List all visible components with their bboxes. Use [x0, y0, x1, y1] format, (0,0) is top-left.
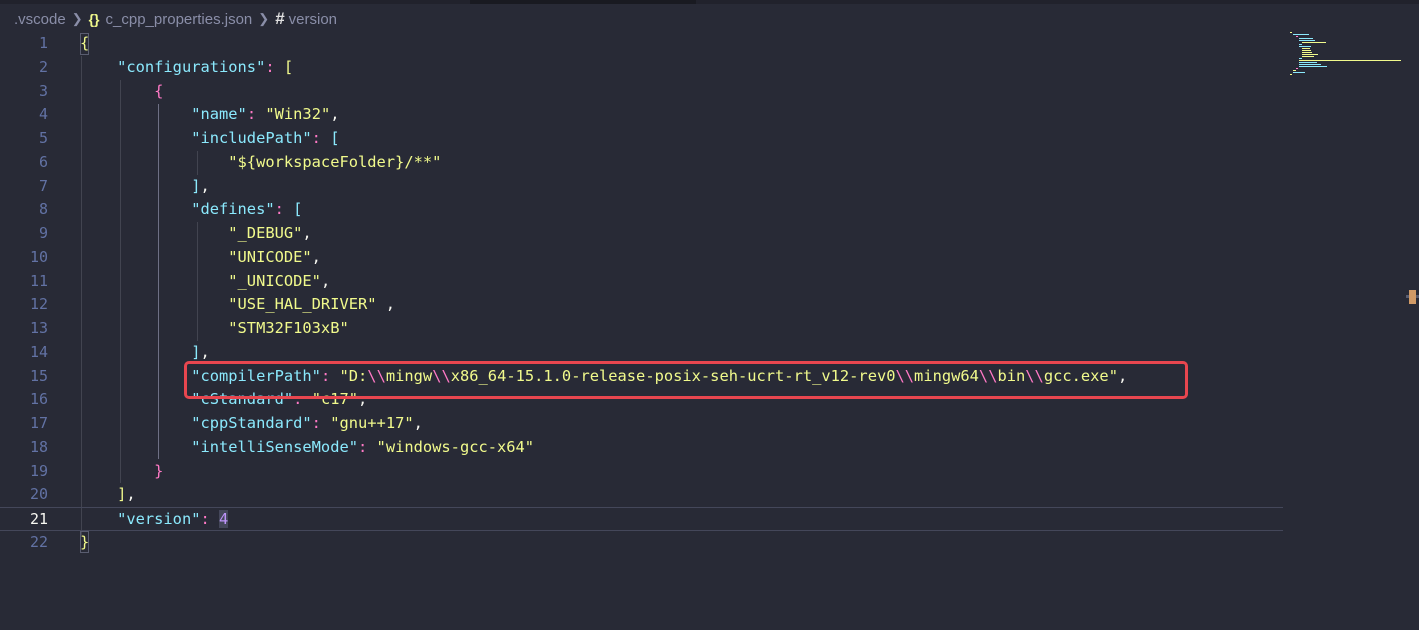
- code-line[interactable]: 19 }: [0, 460, 1283, 484]
- line-number: 17: [29, 414, 48, 432]
- line-number: 19: [29, 461, 48, 480]
- line-number: 7: [38, 176, 48, 195]
- code-line[interactable]: 3 {: [0, 80, 1283, 104]
- line-number: 1: [38, 34, 48, 52]
- line-number: 11: [29, 271, 48, 290]
- chevron-right-icon: ❯: [258, 11, 270, 26]
- line-number: 2: [38, 57, 48, 76]
- breadcrumb-folder[interactable]: .vscode: [14, 11, 66, 28]
- line-number: 8: [38, 200, 48, 219]
- minimap[interactable]: [1288, 30, 1403, 80]
- line-number: 22: [29, 532, 48, 551]
- code-line[interactable]: 9 "_DEBUG",: [0, 222, 1283, 246]
- line-number: 4: [38, 105, 48, 124]
- code-line[interactable]: 8 "defines": [: [0, 198, 1283, 222]
- line-number: 9: [38, 224, 48, 242]
- line-number: 5: [38, 129, 48, 147]
- chevron-right-icon: ❯: [71, 11, 83, 26]
- code-line[interactable]: 20 ],: [0, 483, 1283, 507]
- line-number: 21: [29, 510, 48, 528]
- code-line[interactable]: 6 "${workspaceFolder}/**": [0, 151, 1283, 175]
- line-number: 20: [29, 485, 48, 504]
- code-line[interactable]: 2 "configurations": [: [0, 56, 1283, 80]
- json-braces-icon: {}: [88, 11, 100, 27]
- code-line-current[interactable]: 21 "version": 4: [0, 507, 1283, 531]
- breadcrumb: .vscode ❯ {} c_cpp_properties.json ❯ # v…: [14, 8, 337, 30]
- line-number: 10: [29, 247, 48, 266]
- code-line[interactable]: 10 "UNICODE",: [0, 246, 1283, 270]
- code-line[interactable]: 11 "_UNICODE",: [0, 270, 1283, 294]
- code-line[interactable]: 13 "STM32F103xB": [0, 317, 1283, 341]
- code-line[interactable]: 5 "includePath": [: [0, 127, 1283, 151]
- line-number: 15: [29, 366, 48, 385]
- editor-tab-strip: [0, 0, 1419, 4]
- scrollbar-marker[interactable]: [1406, 290, 1419, 304]
- code-line[interactable]: 12 "USE_HAL_DRIVER" ,: [0, 293, 1283, 317]
- line-number: 13: [29, 319, 48, 337]
- code-line[interactable]: 1 {: [0, 32, 1283, 56]
- number-value: 4: [219, 510, 229, 528]
- breadcrumb-file[interactable]: c_cpp_properties.json: [106, 11, 253, 28]
- breadcrumb-symbol[interactable]: version: [289, 11, 337, 28]
- code-line[interactable]: 4 "name": "Win32",: [0, 103, 1283, 127]
- line-number: 14: [29, 342, 48, 361]
- code-editor[interactable]: 1 { 2 "configurations": [ 3 { 4 "name": …: [0, 32, 1300, 572]
- annotation-highlight-box: [184, 361, 1188, 399]
- code-line[interactable]: 7 ],: [0, 175, 1283, 199]
- line-number: 6: [38, 152, 48, 171]
- hash-icon: #: [275, 9, 285, 28]
- line-number: 12: [29, 295, 48, 314]
- line-number: 16: [29, 390, 48, 409]
- line-number: 3: [38, 81, 48, 100]
- line-number: 18: [29, 437, 48, 456]
- code-line[interactable]: 17 "cppStandard": "gnu++17",: [0, 412, 1283, 436]
- code-line[interactable]: 18 "intelliSenseMode": "windows-gcc-x64": [0, 436, 1283, 460]
- code-line[interactable]: 22 }: [0, 531, 1283, 555]
